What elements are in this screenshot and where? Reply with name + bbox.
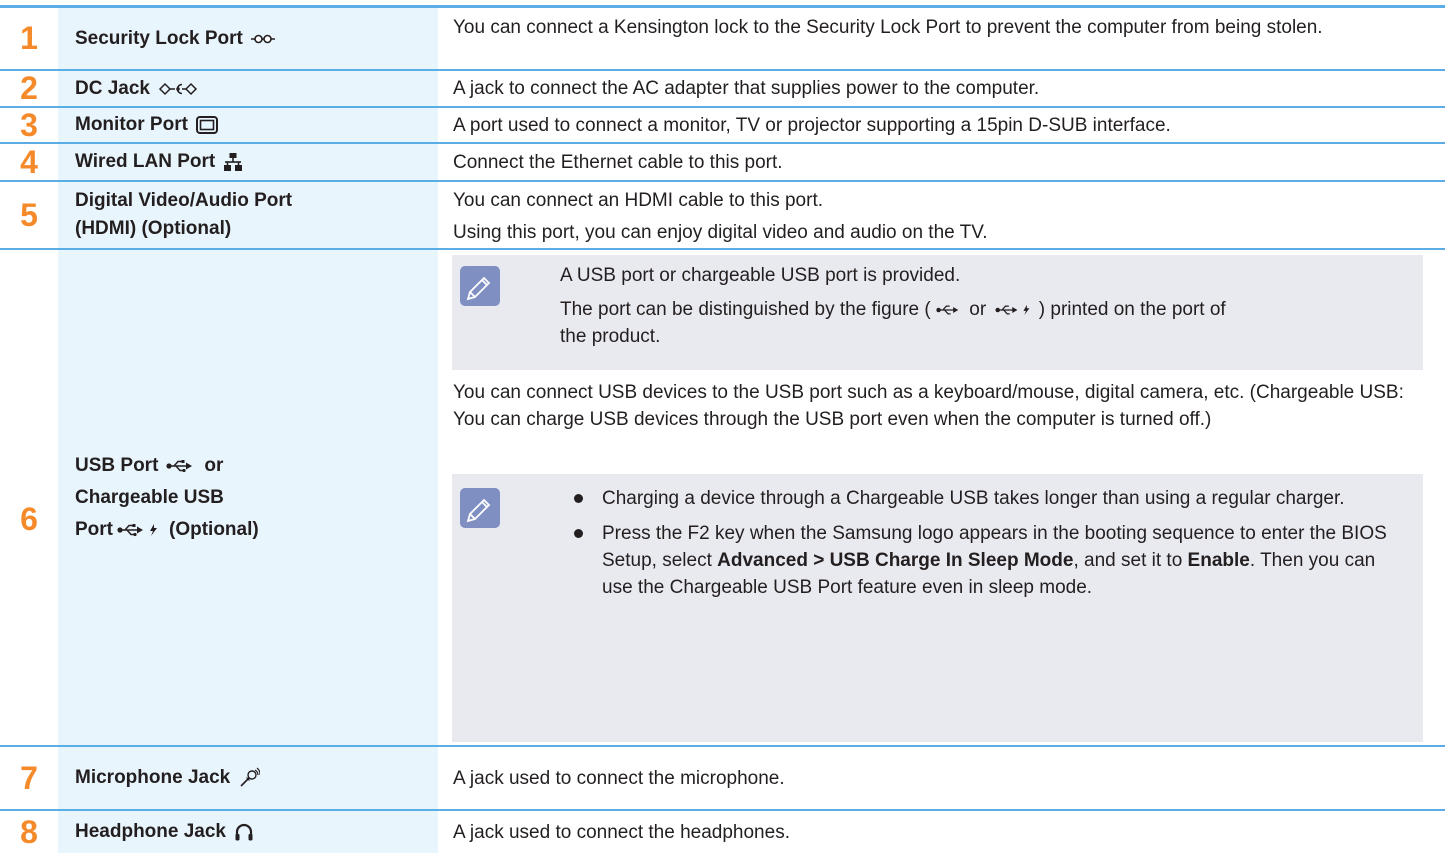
port-description: You can connect USB devices to the USB p… — [453, 382, 1404, 430]
monitor-icon — [195, 116, 218, 134]
port-name: Wired LAN Port — [58, 144, 438, 180]
port-name: USB Port or Chargeable USB Port (Optiona… — [58, 250, 438, 745]
port-name-line2: (HDMI) (Optional) — [75, 218, 232, 239]
port-description: A jack used to connect the headphones. — [453, 821, 790, 843]
table-row: 1 Security Lock Port You can connect a K… — [0, 8, 1445, 71]
note-text: ) printed on the port of — [1038, 299, 1226, 320]
table-row: 7 Microphone Jack A jack used to connect… — [0, 747, 1445, 811]
row-number: 5 — [20, 196, 38, 233]
port-name-or: or — [204, 455, 224, 476]
table-row: 5 Digital Video/Audio Port (HDMI) (Optio… — [0, 182, 1445, 250]
port-description: You can connect a Kensington lock to the… — [453, 17, 1323, 38]
dc-polarity-icon — [158, 82, 198, 95]
table-row: 8 Headphone Jack A jack used to connect … — [0, 811, 1445, 853]
row-number: 6 — [20, 501, 38, 537]
port-name-label: Wired LAN Port — [75, 151, 216, 172]
note-pencil-icon — [460, 488, 500, 528]
note-text: the product. — [560, 326, 661, 347]
table-row: 2 DC Jack A jack to connect the AC adapt… — [0, 70, 1445, 108]
kensington-lock-icon — [250, 34, 275, 43]
note-pencil-icon — [460, 266, 500, 306]
port-description: A jack used to connect the microphone. — [453, 767, 785, 789]
port-description-line2: Using this port, you can enjoy digital v… — [453, 222, 988, 243]
usb-icon — [936, 305, 959, 315]
port-name: Headphone Jack — [58, 811, 438, 853]
row-number: 7 — [20, 759, 38, 796]
row-number: 1 — [20, 20, 38, 56]
port-name-line3: Port — [75, 519, 113, 540]
row-number: 3 — [20, 106, 38, 143]
note-text: or — [969, 299, 987, 320]
headphone-icon — [235, 823, 253, 841]
usb-charge-icon — [995, 304, 1030, 316]
note-box: Charging a device through a Chargeable U… — [452, 474, 1423, 742]
note-text: A USB port or chargeable USB port is pro… — [560, 265, 961, 286]
port-name-label: DC Jack — [75, 77, 150, 99]
table-row: 3 Monitor Port A port used to connect a … — [0, 106, 1445, 144]
port-name: DC Jack — [58, 71, 438, 106]
port-name-label: Monitor Port — [75, 114, 188, 135]
usb-icon — [166, 460, 193, 473]
network-icon — [224, 153, 243, 171]
note-box: A USB port or chargeable USB port is pro… — [452, 255, 1423, 370]
table-row: 6 USB Port or Chargeable USB Port (Optio… — [0, 250, 1445, 747]
port-name-label: Microphone Jack — [75, 767, 231, 788]
note-bullet: Charging a device through a Chargeable U… — [572, 485, 1405, 512]
microphone-icon — [240, 767, 261, 787]
table-row: 4 Wired LAN Port Connect the Ethernet ca… — [0, 144, 1445, 182]
bios-menu-path: Advanced > USB Charge In Sleep Mode — [717, 550, 1074, 571]
row-number: 8 — [20, 813, 38, 850]
usb-charge-icon — [117, 524, 157, 537]
port-name-label: Headphone Jack — [75, 821, 226, 842]
port-name-label: Security Lock Port — [75, 27, 243, 49]
note-bullet: Press the F2 key when the Samsung logo a… — [572, 520, 1405, 601]
port-description: Connect the Ethernet cable to this port. — [453, 151, 783, 173]
port-name-line1: USB Port — [75, 455, 159, 476]
port-name: Microphone Jack — [58, 747, 438, 809]
port-name-optional: (Optional) — [169, 519, 259, 540]
bios-setting-value: Enable — [1187, 550, 1250, 571]
port-name: Monitor Port — [58, 108, 438, 142]
port-description: A port used to connect a monitor, TV or … — [453, 114, 1171, 136]
port-name: Security Lock Port — [58, 8, 438, 69]
port-description: A jack to connect the AC adapter that su… — [453, 78, 1040, 99]
row-number: 4 — [20, 143, 38, 180]
note-text: The port can be distinguished by the fig… — [560, 299, 931, 320]
bullet-text: , and set it to — [1073, 550, 1183, 571]
port-name-line2: Chargeable USB — [75, 487, 224, 508]
port-name-line1: Digital Video/Audio Port — [75, 190, 293, 211]
port-name: Digital Video/Audio Port (HDMI) (Optiona… — [58, 182, 438, 248]
port-description-line1: You can connect an HDMI cable to this po… — [453, 190, 824, 211]
row-number: 2 — [20, 70, 38, 106]
